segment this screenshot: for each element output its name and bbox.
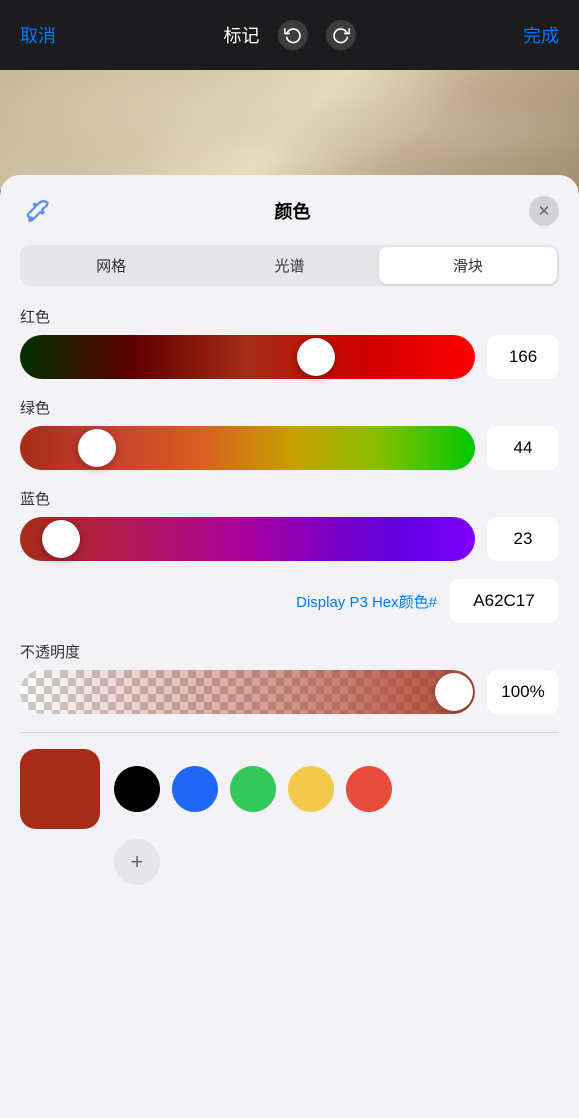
top-bar: 取消 标记 完成 (0, 0, 579, 70)
opacity-gradient (20, 670, 475, 714)
green-slider-section: 绿色 44 (20, 397, 559, 470)
red-value-input[interactable]: 166 (487, 335, 559, 379)
current-color-swatch[interactable] (20, 749, 100, 829)
hex-value-input[interactable]: A62C17 (449, 579, 559, 623)
preset-color-blue[interactable] (172, 766, 218, 812)
red-track-gradient (20, 335, 475, 379)
panel-title: 颜色 (56, 198, 529, 224)
blue-slider-row: 23 (20, 517, 559, 561)
green-value-input[interactable]: 44 (487, 426, 559, 470)
red-slider-track[interactable] (20, 335, 475, 379)
green-slider-row: 44 (20, 426, 559, 470)
red-slider-thumb[interactable] (297, 338, 335, 376)
tab-sliders[interactable]: 滑块 (379, 247, 557, 284)
add-color-button[interactable]: + (114, 839, 160, 885)
opacity-slider-thumb[interactable] (435, 673, 473, 711)
color-swatches-row (20, 749, 559, 829)
opacity-label: 不透明度 (20, 641, 559, 662)
eyedropper-button[interactable] (20, 193, 56, 229)
redo-button[interactable] (326, 20, 356, 50)
add-icon: + (131, 849, 144, 875)
green-slider-track-container[interactable] (20, 426, 475, 470)
opacity-checkerboard[interactable] (20, 670, 475, 714)
bottom-color-section: + (20, 749, 559, 885)
blue-slider-track-container[interactable] (20, 517, 475, 561)
color-panel: 颜色 ✕ 网格 光谱 滑块 红色 166 绿色 (0, 175, 579, 1118)
done-button[interactable]: 完成 (523, 22, 559, 48)
close-button[interactable]: ✕ (529, 196, 559, 226)
green-slider-track[interactable] (20, 426, 475, 470)
tab-switcher: 网格 光谱 滑块 (20, 245, 559, 286)
sheet-header: 颜色 ✕ (20, 175, 559, 241)
blue-slider-thumb[interactable] (42, 520, 80, 558)
divider (20, 732, 559, 733)
tab-grid[interactable]: 网格 (22, 247, 200, 284)
preset-color-black[interactable] (114, 766, 160, 812)
red-slider-track-container[interactable] (20, 335, 475, 379)
tab-spectrum[interactable]: 光谱 (200, 247, 378, 284)
blue-slider-section: 蓝色 23 (20, 488, 559, 561)
preset-color-red[interactable] (346, 766, 392, 812)
preset-color-green[interactable] (230, 766, 276, 812)
red-slider-row: 166 (20, 335, 559, 379)
green-slider-thumb[interactable] (78, 429, 116, 467)
blue-value-input[interactable]: 23 (487, 517, 559, 561)
green-label: 绿色 (20, 397, 559, 418)
opacity-slider-row: 100% (20, 670, 559, 714)
preset-colors (114, 766, 559, 812)
opacity-section: 不透明度 100% (20, 641, 559, 714)
preset-color-yellow[interactable] (288, 766, 334, 812)
cancel-button[interactable]: 取消 (20, 22, 56, 48)
hex-label: Display P3 Hex颜色# (296, 591, 437, 612)
red-label: 红色 (20, 306, 559, 327)
blue-slider-track[interactable] (20, 517, 475, 561)
blue-track-gradient (20, 517, 475, 561)
top-bar-title-area: 标记 (224, 20, 356, 50)
undo-button[interactable] (278, 20, 308, 50)
opacity-value-input[interactable]: 100% (487, 670, 559, 714)
image-preview (0, 70, 579, 190)
top-bar-label: 标记 (224, 22, 260, 48)
blue-label: 蓝色 (20, 488, 559, 509)
hex-row: Display P3 Hex颜色# A62C17 (20, 579, 559, 623)
red-slider-section: 红色 166 (20, 306, 559, 379)
opacity-track-container[interactable] (20, 670, 475, 714)
image-area (0, 70, 579, 190)
